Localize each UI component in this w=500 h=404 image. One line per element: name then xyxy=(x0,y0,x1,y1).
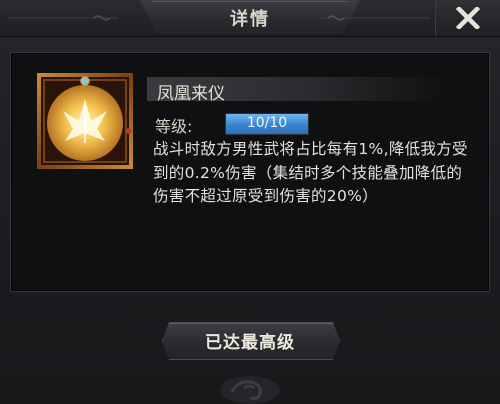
title-bar: 详情 xyxy=(0,0,500,37)
level-value: 10/10 xyxy=(246,115,288,131)
level-label: 等级: xyxy=(155,117,193,136)
skill-description: 战斗时敌方男性武将占比每有1%,降低我方受到的0.2%伤害（集结时多个技能叠加降… xyxy=(153,140,468,205)
title-ornament-right-icon xyxy=(320,15,430,21)
cloud-swirl-emblem-icon xyxy=(220,376,280,404)
skill-info-panel: 凤凰来仪 等级: 10/10 战斗时敌方男性武将占比每有1%,降低我方受到的0.… xyxy=(10,52,490,292)
level-progress-bar: 10/10 xyxy=(225,113,309,135)
skill-name: 凤凰来仪 xyxy=(157,84,225,104)
phoenix-emblem-icon xyxy=(37,73,133,169)
close-button[interactable] xyxy=(435,0,500,36)
max-level-button-label[interactable]: 已达最高级 xyxy=(162,328,338,353)
skill-detail-window: 详情 凤凰来仪 等级: 10/10 战斗时敌方男性武将占比每有1%,降低我方受到… xyxy=(0,0,500,404)
title-ornament-left-icon xyxy=(8,15,118,21)
close-x-icon xyxy=(456,7,480,29)
